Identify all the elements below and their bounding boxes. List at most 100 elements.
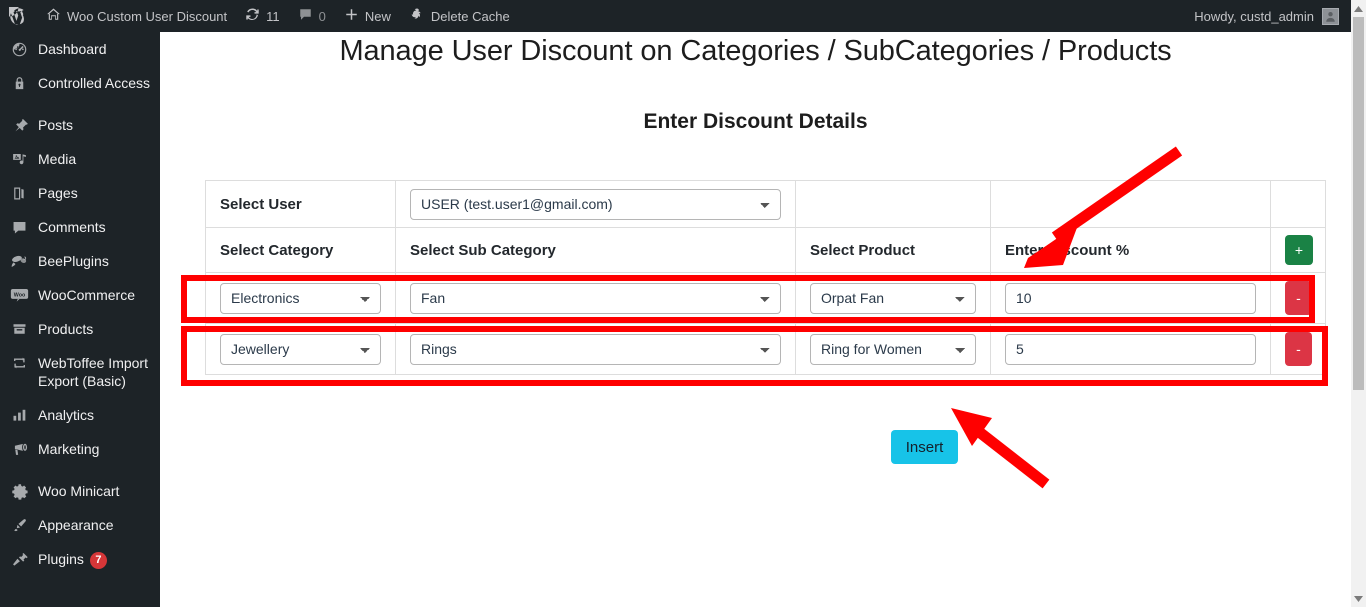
site-name-menu[interactable]: Woo Custom User Discount bbox=[37, 0, 236, 32]
row-category-cell: Jewellery bbox=[205, 323, 396, 375]
remove-row-button[interactable]: - bbox=[1285, 332, 1312, 366]
sidebar-item-beeplugins[interactable]: BeePlugins bbox=[0, 244, 160, 278]
row-category-cell: Electronics bbox=[205, 272, 396, 324]
comment-icon bbox=[9, 218, 29, 236]
sidebar-item-label: Dashboard bbox=[38, 41, 107, 57]
empty-cell-product bbox=[795, 180, 991, 228]
select-user-label: Select User bbox=[205, 180, 396, 228]
sidebar-item-appearance[interactable]: Appearance bbox=[0, 508, 160, 542]
updates-menu[interactable]: 11 bbox=[236, 0, 289, 32]
row-discount-cell bbox=[990, 323, 1271, 375]
pages-icon bbox=[9, 184, 29, 202]
sidebar-item-woocommerce[interactable]: Woo WooCommerce bbox=[0, 278, 160, 312]
add-row-cell: + bbox=[1270, 227, 1326, 273]
sidebar-separator bbox=[0, 100, 160, 108]
empty-cell-action bbox=[1270, 180, 1326, 228]
page-title: Manage User Discount on Categories / Sub… bbox=[339, 35, 1172, 67]
discount-table: Select User USER (test.user1@gmail.com) … bbox=[205, 180, 1326, 375]
select-user-cell: USER (test.user1@gmail.com) bbox=[395, 180, 796, 228]
media-icon bbox=[9, 150, 29, 168]
pin-icon bbox=[9, 116, 29, 134]
svg-text:Woo: Woo bbox=[13, 292, 25, 298]
scrollbar-thumb[interactable] bbox=[1353, 17, 1364, 390]
avatar bbox=[1322, 7, 1339, 25]
table-row-user: Select User USER (test.user1@gmail.com) bbox=[205, 180, 1326, 228]
product-select[interactable]: Orpat Fan bbox=[810, 282, 976, 314]
megaphone-icon bbox=[9, 440, 29, 458]
category-select[interactable]: Jewellery bbox=[220, 333, 381, 365]
table-row: Jewellery Rings Ring for Women 5 - bbox=[205, 323, 1326, 375]
scroll-down-arrow-icon[interactable] bbox=[1351, 590, 1366, 607]
woo-icon: Woo bbox=[9, 286, 29, 304]
gear-icon bbox=[9, 482, 29, 500]
sidebar-item-label: Controlled Access bbox=[38, 75, 151, 91]
sidebar-item-label: Media bbox=[38, 151, 77, 167]
bee-icon bbox=[9, 252, 29, 270]
user-select[interactable]: USER (test.user1@gmail.com) bbox=[410, 188, 781, 220]
plus-icon bbox=[344, 7, 359, 25]
row-subcategory-cell: Fan bbox=[395, 272, 796, 324]
subcategory-select[interactable]: Rings bbox=[410, 333, 781, 365]
scroll-up-arrow-icon[interactable] bbox=[1351, 0, 1366, 17]
cache-broom-icon bbox=[409, 7, 425, 25]
browser-scrollbar[interactable] bbox=[1351, 0, 1366, 607]
sidebar-item-label: Pages bbox=[38, 185, 78, 201]
sidebar-item-comments[interactable]: Comments bbox=[0, 210, 160, 244]
insert-button[interactable]: Insert bbox=[891, 430, 958, 464]
add-row-button[interactable]: + bbox=[1285, 235, 1313, 265]
wordpress-logo-icon bbox=[9, 6, 28, 26]
comments-menu[interactable]: 0 bbox=[289, 0, 335, 32]
dashboard-icon bbox=[9, 40, 29, 58]
sidebar-item-pages[interactable]: Pages bbox=[0, 176, 160, 210]
admin-sidebar-menu[interactable]: Dashboard Controlled Access Posts Media bbox=[0, 32, 160, 607]
sidebar-item-dashboard[interactable]: Dashboard bbox=[0, 32, 160, 66]
sidebar-plugins-text: Plugins bbox=[38, 551, 84, 567]
category-select[interactable]: Electronics bbox=[220, 282, 381, 314]
sidebar-item-woo-minicart[interactable]: Woo Minicart bbox=[0, 474, 160, 508]
delete-cache-menu[interactable]: Delete Cache bbox=[400, 0, 519, 32]
brush-icon bbox=[9, 516, 29, 534]
analytics-icon bbox=[9, 406, 29, 424]
updates-count: 11 bbox=[266, 8, 280, 24]
sidebar-item-label: Woo Minicart bbox=[38, 483, 120, 499]
header-select-product: Select Product bbox=[795, 227, 991, 273]
row-action-cell: - bbox=[1270, 272, 1326, 324]
my-account-menu[interactable]: Howdy, custd_admin bbox=[1194, 7, 1351, 25]
sidebar-item-plugins[interactable]: Plugins 7 bbox=[0, 542, 160, 577]
discount-input[interactable] bbox=[1005, 282, 1256, 314]
wp-logo-button[interactable] bbox=[0, 0, 37, 32]
sidebar-item-label: Products bbox=[38, 321, 94, 337]
sidebar-item-label: WebToffee Import Export (Basic) bbox=[38, 355, 148, 389]
sidebar-item-label: Plugins 7 bbox=[38, 550, 107, 569]
remove-row-button[interactable]: - bbox=[1285, 281, 1312, 315]
sidebar-item-label: WooCommerce bbox=[38, 287, 135, 303]
row-discount-cell bbox=[990, 272, 1271, 324]
comments-count: 0 bbox=[318, 8, 326, 24]
sidebar-item-media[interactable]: Media bbox=[0, 142, 160, 176]
lock-icon bbox=[9, 74, 29, 92]
sidebar-item-webtoffee-import-export[interactable]: WebToffee Import Export (Basic) bbox=[0, 346, 160, 398]
sidebar-item-label: Appearance bbox=[38, 517, 114, 533]
comment-bubble-icon bbox=[298, 7, 313, 25]
table-header-row: Select Category Select Sub Category Sele… bbox=[205, 227, 1326, 273]
sidebar-item-marketing[interactable]: Marketing bbox=[0, 432, 160, 466]
new-content-menu[interactable]: New bbox=[335, 0, 400, 32]
sidebar-item-controlled-access[interactable]: Controlled Access bbox=[0, 66, 160, 100]
header-select-category: Select Category bbox=[205, 227, 396, 273]
empty-cell-discount bbox=[990, 180, 1271, 228]
admin-bar: Woo Custom User Discount 11 0 New Delete… bbox=[0, 0, 1351, 32]
row-product-cell: Ring for Women bbox=[795, 323, 991, 375]
delete-cache-label: Delete Cache bbox=[430, 8, 510, 24]
sidebar-item-posts[interactable]: Posts bbox=[0, 108, 160, 142]
sidebar-item-label: Marketing bbox=[38, 441, 100, 457]
discount-input[interactable] bbox=[1005, 333, 1256, 365]
row-subcategory-cell: Rings bbox=[395, 323, 796, 375]
subcategory-select[interactable]: Fan bbox=[410, 282, 781, 314]
header-select-subcategory: Select Sub Category bbox=[395, 227, 796, 273]
sidebar-item-products[interactable]: Products bbox=[0, 312, 160, 346]
product-select[interactable]: Ring for Women bbox=[810, 333, 976, 365]
row-product-cell: Orpat Fan bbox=[795, 272, 991, 324]
howdy-label: Howdy, custd_admin bbox=[1194, 8, 1314, 24]
table-row: Electronics Fan Orpat Fan - bbox=[205, 272, 1326, 324]
sidebar-item-analytics[interactable]: Analytics bbox=[0, 398, 160, 432]
